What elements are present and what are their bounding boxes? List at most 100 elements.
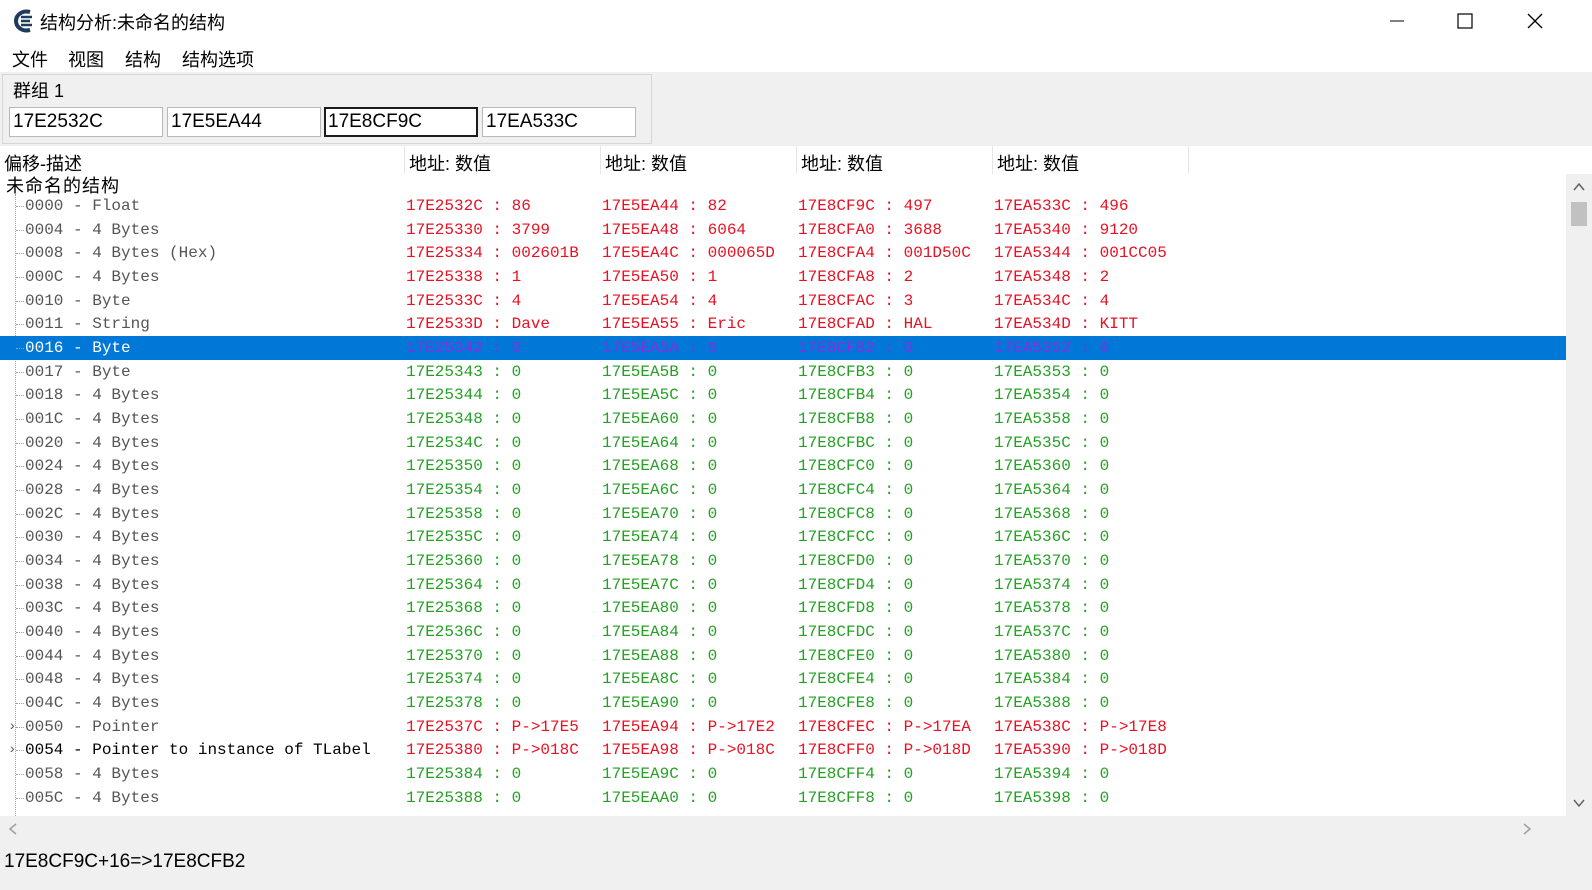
address-field[interactable]: 17E2532C [9, 107, 163, 137]
row-address-value[interactable]: 17E8CF9C : 497 [798, 194, 994, 218]
row-address-value[interactable]: 17E25378 : 0 [406, 691, 602, 715]
menu-structure[interactable]: 结构 [125, 46, 161, 72]
table-row[interactable]: 0008 - 4 Bytes (Hex) 17E25334 : 002601B 17… [0, 241, 1566, 265]
row-address-value[interactable]: 17E25350 : 0 [406, 454, 602, 478]
row-address-value[interactable]: 17E25354 : 0 [406, 478, 602, 502]
row-address-value[interactable]: 17E2532C : 86 [406, 194, 602, 218]
structure-tree[interactable]: 未命名的结构 0000 - Float 17E2532C : 86 17E5EA44… [0, 174, 1566, 830]
row-address-value[interactable]: 17E8CFAC : 3 [798, 289, 994, 313]
row-address-value[interactable]: 17EA5398 : 0 [994, 786, 1194, 810]
maximize-button[interactable] [1430, 0, 1500, 42]
row-address-value[interactable]: 17E8CFD8 : 0 [798, 596, 994, 620]
row-address-value[interactable]: 17E2534C : 0 [406, 431, 602, 455]
row-address-value[interactable]: 17E25330 : 3799 [406, 218, 602, 242]
row-address-value[interactable]: 17E8CFCC : 0 [798, 525, 994, 549]
chevron-left-icon[interactable] [8, 823, 18, 835]
chevron-down-icon[interactable] [1573, 798, 1585, 808]
table-row[interactable]: 005C - 4 Bytes 17E25388 : 0 17E5EAA0 : 0 17… [0, 786, 1566, 810]
row-address-value[interactable]: 17E5EA94 : P->17E2 [602, 715, 798, 739]
row-address-value[interactable]: 17EA536C : 0 [994, 525, 1194, 549]
address-field[interactable]: 17E5EA44 [167, 107, 321, 137]
row-address-value[interactable]: 17EA5358 : 0 [994, 407, 1194, 431]
table-row[interactable]: 000C - 4 Bytes 17E25338 : 1 17E5EA50 : 1 17… [0, 265, 1566, 289]
table-row[interactable]: 004C - 4 Bytes 17E25378 : 0 17E5EA90 : 0 17… [0, 691, 1566, 715]
row-address-value[interactable]: 17E8CFC0 : 0 [798, 454, 994, 478]
row-address-value[interactable]: 17E8CFA0 : 3688 [798, 218, 994, 242]
row-address-value[interactable]: 17EA5384 : 0 [994, 667, 1194, 691]
table-row[interactable]: 0034 - 4 Bytes 17E25360 : 0 17E5EA78 : 0 17… [0, 549, 1566, 573]
row-address-value[interactable]: 17EA5352 : 0 [994, 336, 1194, 360]
row-address-value[interactable]: 17E5EA60 : 0 [602, 407, 798, 431]
row-address-value[interactable]: 17E25342 : 0 [406, 336, 602, 360]
header-address-value[interactable]: 地址: 数值 [409, 150, 491, 176]
table-row[interactable]: 0028 - 4 Bytes 17E25354 : 0 17E5EA6C : 0 17… [0, 478, 1566, 502]
header-address-value[interactable]: 地址: 数值 [997, 150, 1079, 176]
row-address-value[interactable]: 17E5EA88 : 0 [602, 644, 798, 668]
row-address-value[interactable]: 17E2533D : Dave [406, 312, 602, 336]
expand-chevron-icon[interactable]: › [8, 738, 18, 762]
row-address-value[interactable]: 17E8CFE4 : 0 [798, 667, 994, 691]
row-address-value[interactable]: 17E5EA5A : 0 [602, 336, 798, 360]
row-address-value[interactable]: 17EA5374 : 0 [994, 573, 1194, 597]
row-address-value[interactable]: 17E2535C : 0 [406, 525, 602, 549]
row-address-value[interactable]: 17E5EA54 : 4 [602, 289, 798, 313]
row-address-value[interactable]: 17E8CFAD : HAL [798, 312, 994, 336]
table-row[interactable]: 0010 - Byte 17E2533C : 4 17E5EA54 : 4 17E8C… [0, 289, 1566, 313]
row-address-value[interactable]: 17E2533C : 4 [406, 289, 602, 313]
row-address-value[interactable]: 17EA5348 : 2 [994, 265, 1194, 289]
row-address-value[interactable]: 17E5EA78 : 0 [602, 549, 798, 573]
header-divider[interactable] [992, 146, 993, 174]
row-address-value[interactable]: 17E5EA55 : Eric [602, 312, 798, 336]
row-address-value[interactable]: 17E25344 : 0 [406, 383, 602, 407]
table-row[interactable]: 0017 - Byte 17E25343 : 0 17E5EA5B : 0 17E8C… [0, 360, 1566, 384]
row-address-value[interactable]: 17E8CFB3 : 0 [798, 360, 994, 384]
address-field[interactable]: 17E8CF9C [324, 107, 478, 137]
row-address-value[interactable]: 17E8CFDC : 0 [798, 620, 994, 644]
row-address-value[interactable]: 17E8CFE0 : 0 [798, 644, 994, 668]
row-address-value[interactable]: 17E5EA90 : 0 [602, 691, 798, 715]
row-address-value[interactable]: 17EA534C : 4 [994, 289, 1194, 313]
header-divider[interactable] [1188, 146, 1189, 174]
table-row[interactable]: 0004 - 4 Bytes 17E25330 : 3799 17E5EA48 : … [0, 218, 1566, 242]
table-row[interactable]: 0058 - 4 Bytes 17E25384 : 0 17E5EA9C : 0 17… [0, 762, 1566, 786]
table-row[interactable]: 0024 - 4 Bytes 17E25350 : 0 17E5EA68 : 0 17… [0, 454, 1566, 478]
row-address-value[interactable]: 17E25388 : 0 [406, 786, 602, 810]
row-address-value[interactable]: 17E5EA8C : 0 [602, 667, 798, 691]
row-address-value[interactable]: 17E25348 : 0 [406, 407, 602, 431]
row-address-value[interactable]: 17EA5388 : 0 [994, 691, 1194, 715]
row-address-value[interactable]: 17EA5344 : 001CC05 [994, 241, 1194, 265]
minimize-button[interactable] [1362, 0, 1432, 42]
row-address-value[interactable]: 17E5EA44 : 82 [602, 194, 798, 218]
chevron-up-icon[interactable] [1573, 182, 1585, 192]
row-address-value[interactable]: 17EA5354 : 0 [994, 383, 1194, 407]
row-address-value[interactable]: 17E5EAA0 : 0 [602, 786, 798, 810]
row-address-value[interactable]: 17E5EA70 : 0 [602, 502, 798, 526]
header-address-value[interactable]: 地址: 数值 [605, 150, 687, 176]
row-address-value[interactable]: 17E25368 : 0 [406, 596, 602, 620]
row-address-value[interactable]: 17E25374 : 0 [406, 667, 602, 691]
table-row[interactable]: 0044 - 4 Bytes 17E25370 : 0 17E5EA88 : 0 17… [0, 644, 1566, 668]
row-address-value[interactable]: 17E5EA6C : 0 [602, 478, 798, 502]
row-address-value[interactable]: 17E8CFEC : P->17EA [798, 715, 994, 739]
table-row[interactable]: 0038 - 4 Bytes 17E25364 : 0 17E5EA7C : 0 17… [0, 573, 1566, 597]
row-address-value[interactable]: 17E5EA5B : 0 [602, 360, 798, 384]
row-address-value[interactable]: 17E5EA80 : 0 [602, 596, 798, 620]
row-address-value[interactable]: 17E25343 : 0 [406, 360, 602, 384]
row-address-value[interactable]: 17E8CFC8 : 0 [798, 502, 994, 526]
row-address-value[interactable]: 17EA538C : P->17E8 [994, 715, 1194, 739]
table-row[interactable]: 0048 - 4 Bytes 17E25374 : 0 17E5EA8C : 0 17… [0, 667, 1566, 691]
row-address-value[interactable]: 17E8CFD4 : 0 [798, 573, 994, 597]
row-address-value[interactable]: 17EA534D : KITT [994, 312, 1194, 336]
chevron-right-icon[interactable] [1522, 823, 1532, 835]
row-address-value[interactable]: 17E8CFE8 : 0 [798, 691, 994, 715]
table-row[interactable]: 0040 - 4 Bytes 17E2536C : 0 17E5EA84 : 0 17… [0, 620, 1566, 644]
row-address-value[interactable]: 17E2537C : P->17E5 [406, 715, 602, 739]
row-address-value[interactable]: 17EA5360 : 0 [994, 454, 1194, 478]
table-row[interactable]: 0020 - 4 Bytes 17E2534C : 0 17E5EA64 : 0 17… [0, 431, 1566, 455]
row-address-value[interactable]: 17E5EA74 : 0 [602, 525, 798, 549]
row-address-value[interactable]: 17EA5370 : 0 [994, 549, 1194, 573]
table-row[interactable]: 002C - 4 Bytes 17E25358 : 0 17E5EA70 : 0 17… [0, 502, 1566, 526]
table-row[interactable]: 001C - 4 Bytes 17E25348 : 0 17E5EA60 : 0 17… [0, 407, 1566, 431]
row-address-value[interactable]: 17EA533C : 496 [994, 194, 1194, 218]
row-address-value[interactable]: 17E5EA98 : P->018C [602, 738, 798, 762]
